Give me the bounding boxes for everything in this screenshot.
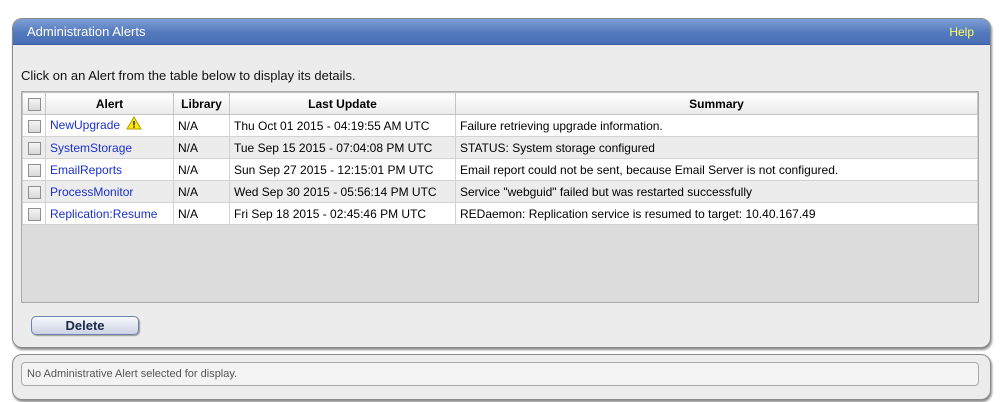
library-cell: N/A xyxy=(173,158,230,181)
alert-link[interactable]: NewUpgrade xyxy=(50,118,120,132)
column-header-summary[interactable]: Summary xyxy=(455,92,978,115)
row-checkbox[interactable] xyxy=(27,185,41,199)
select-all-header xyxy=(22,92,46,115)
alert-cell: Replication:Resume xyxy=(45,202,174,225)
last-update-cell: Wed Sep 30 2015 - 05:56:14 PM UTC xyxy=(229,180,456,203)
library-cell: N/A xyxy=(173,114,230,137)
alert-cell: NewUpgrade xyxy=(45,114,174,137)
alert-link[interactable]: SystemStorage xyxy=(50,141,132,155)
last-update-cell: Fri Sep 18 2015 - 02:45:46 PM UTC xyxy=(229,202,456,225)
row-checkbox[interactable] xyxy=(27,207,41,221)
table-row[interactable]: NewUpgrade N/A Thu Oct 01 2015 - 04:19:5… xyxy=(22,114,978,137)
summary-cell: REDaemon: Replication service is resumed… xyxy=(455,202,978,225)
warning-icon xyxy=(126,115,142,133)
alert-link[interactable]: ProcessMonitor xyxy=(50,185,133,199)
table-header-row: Alert Library Last Update Summary xyxy=(22,92,978,115)
row-select-cell xyxy=(22,202,46,225)
alert-cell: EmailReports xyxy=(45,158,174,181)
alert-details-message: No Administrative Alert selected for dis… xyxy=(21,362,979,386)
table-row[interactable]: Replication:Resume N/A Fri Sep 18 2015 -… xyxy=(22,202,978,225)
column-header-last-update[interactable]: Last Update xyxy=(229,92,456,115)
panel-title: Administration Alerts xyxy=(27,24,146,39)
alert-link[interactable]: EmailReports xyxy=(50,163,122,177)
summary-cell: STATUS: System storage configured xyxy=(455,136,978,159)
row-select-cell xyxy=(22,136,46,159)
summary-cell: Service "webguid" failed but was restart… xyxy=(455,180,978,203)
summary-cell: Email report could not be sent, because … xyxy=(455,158,978,181)
row-select-cell xyxy=(22,114,46,137)
select-all-checkbox[interactable] xyxy=(27,97,41,111)
library-cell: N/A xyxy=(173,136,230,159)
table-row[interactable]: SystemStorage N/A Tue Sep 15 2015 - 07:0… xyxy=(22,136,978,159)
alerts-table-container: Alert Library Last Update Summary NewUpg… xyxy=(21,91,979,303)
row-checkbox[interactable] xyxy=(27,141,41,155)
last-update-cell: Tue Sep 15 2015 - 07:04:08 PM UTC xyxy=(229,136,456,159)
last-update-cell: Sun Sep 27 2015 - 12:15:01 PM UTC xyxy=(229,158,456,181)
alert-details-panel: No Administrative Alert selected for dis… xyxy=(12,354,991,400)
summary-cell: Failure retrieving upgrade information. xyxy=(455,114,978,137)
alerts-table: Alert Library Last Update Summary NewUpg… xyxy=(22,92,978,225)
alert-link[interactable]: Replication:Resume xyxy=(50,207,157,221)
row-select-cell xyxy=(22,158,46,181)
row-select-cell xyxy=(22,180,46,203)
alert-cell: SystemStorage xyxy=(45,136,174,159)
panel-title-bar: Administration Alerts Help xyxy=(13,19,990,45)
help-link[interactable]: Help xyxy=(949,25,974,39)
library-cell: N/A xyxy=(173,180,230,203)
column-header-library[interactable]: Library xyxy=(173,92,230,115)
row-checkbox[interactable] xyxy=(27,163,41,177)
table-row[interactable]: EmailReports N/A Sun Sep 27 2015 - 12:15… xyxy=(22,158,978,181)
alerts-panel: Administration Alerts Help Click on an A… xyxy=(12,18,991,348)
delete-button[interactable]: Delete xyxy=(31,316,139,335)
alert-cell: ProcessMonitor xyxy=(45,180,174,203)
instructions-text: Click on an Alert from the table below t… xyxy=(21,68,356,83)
library-cell: N/A xyxy=(173,202,230,225)
row-checkbox[interactable] xyxy=(27,119,41,133)
column-header-alert[interactable]: Alert xyxy=(45,92,174,115)
last-update-cell: Thu Oct 01 2015 - 04:19:55 AM UTC xyxy=(229,114,456,137)
table-row[interactable]: ProcessMonitor N/A Wed Sep 30 2015 - 05:… xyxy=(22,180,978,203)
